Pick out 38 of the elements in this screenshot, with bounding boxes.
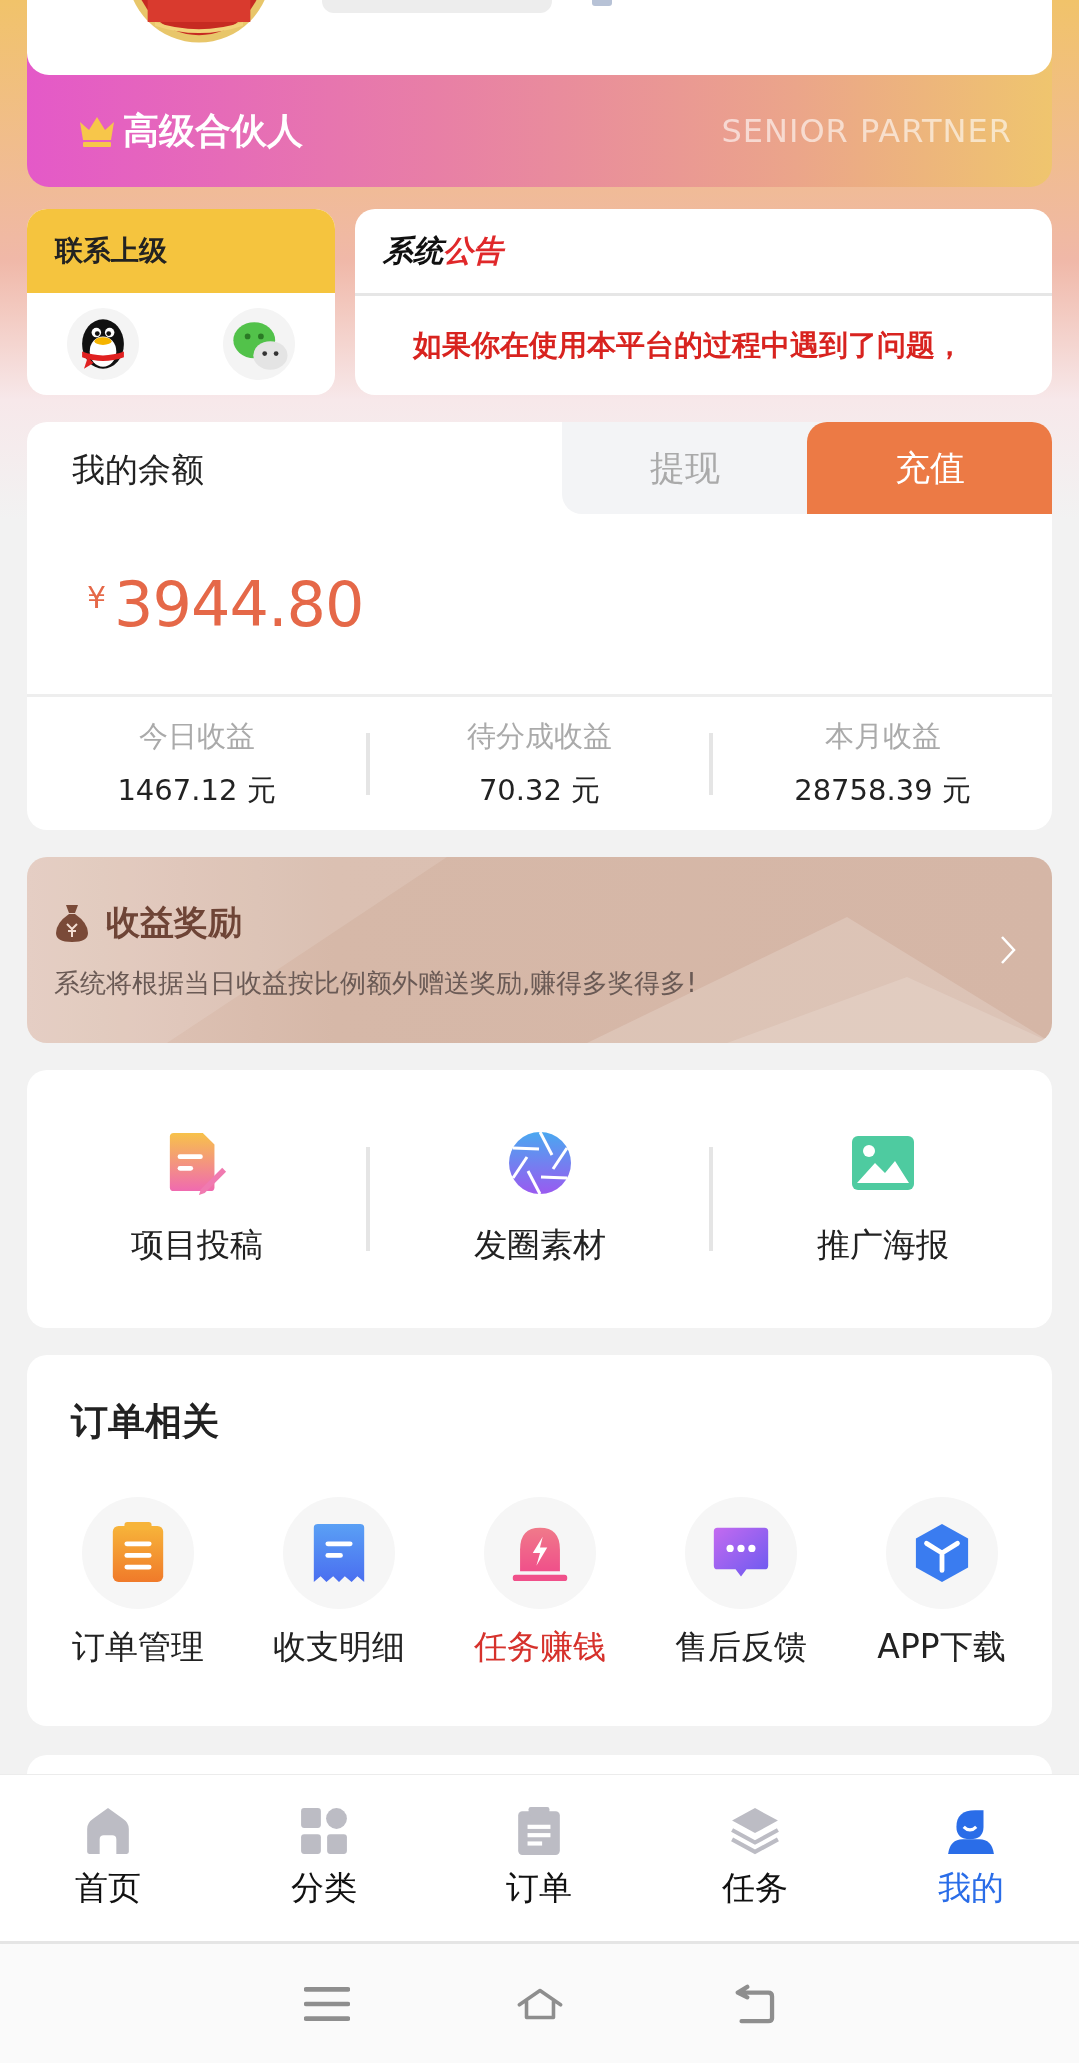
currency-symbol: ¥	[87, 579, 107, 615]
order-item[interactable]: 收支明细	[243, 1497, 434, 1670]
layers-icon	[730, 1805, 781, 1856]
stat-label: 本月收益	[824, 717, 941, 755]
section-title: 订单相关	[69, 1399, 220, 1445]
order-item[interactable]: 任务赚钱	[444, 1497, 635, 1670]
stat-label: 今日收益	[138, 717, 255, 755]
notice-text: 如果你在使用本平台的过程中遇到了问题，	[413, 326, 964, 364]
shortcut-item[interactable]: 发圈素材	[370, 1130, 709, 1268]
stat-value: 70.32 元	[478, 771, 601, 809]
aperture-icon	[507, 1130, 572, 1195]
stat-value: 1467.12 元	[117, 771, 276, 809]
order-item[interactable]: 售后反馈	[645, 1497, 836, 1670]
reward-title: 收益奖励	[106, 900, 242, 944]
tab-item[interactable]: 订单	[431, 1805, 648, 1911]
order-item[interactable]: 订单管理	[42, 1497, 233, 1670]
small-icon	[592, 0, 612, 6]
tab-item[interactable]: 分类	[215, 1805, 432, 1911]
order-item[interactable]: APP下载	[846, 1497, 1037, 1670]
tab-item[interactable]: 任务	[647, 1805, 864, 1911]
penguin-icon[interactable]	[65, 306, 141, 382]
reward-text: 系统将根据当日收益按比例额外赠送奖励,赚得多奖得多!	[54, 966, 698, 1000]
partner-subtitle: SENIOR PARTNER	[721, 112, 1012, 150]
grid-icon	[298, 1805, 349, 1856]
tab-item[interactable]: 首页	[0, 1805, 216, 1911]
shortcut-item[interactable]: 推广海报	[713, 1130, 1052, 1268]
stat-label: 待分成收益	[467, 717, 612, 755]
balance-title: 我的余额	[71, 449, 204, 491]
chat-bubbles-icon[interactable]	[221, 306, 297, 382]
money-bag-icon	[54, 902, 90, 943]
chevron-right-icon	[1000, 935, 1016, 965]
reward-banner[interactable]: 收益奖励 系统将根据当日收益按比例额外赠送奖励,赚得多奖得多!	[27, 857, 1052, 1043]
stat-value: 28758.39 元	[794, 771, 971, 809]
balance-amount: 3944.80	[114, 567, 364, 641]
shortcut-item[interactable]: 项目投稿	[27, 1130, 366, 1268]
contact-title: 联系上级	[55, 233, 167, 269]
tab-item[interactable]: 我的	[863, 1805, 1079, 1911]
partner-title: 高级合伙人	[123, 108, 303, 153]
